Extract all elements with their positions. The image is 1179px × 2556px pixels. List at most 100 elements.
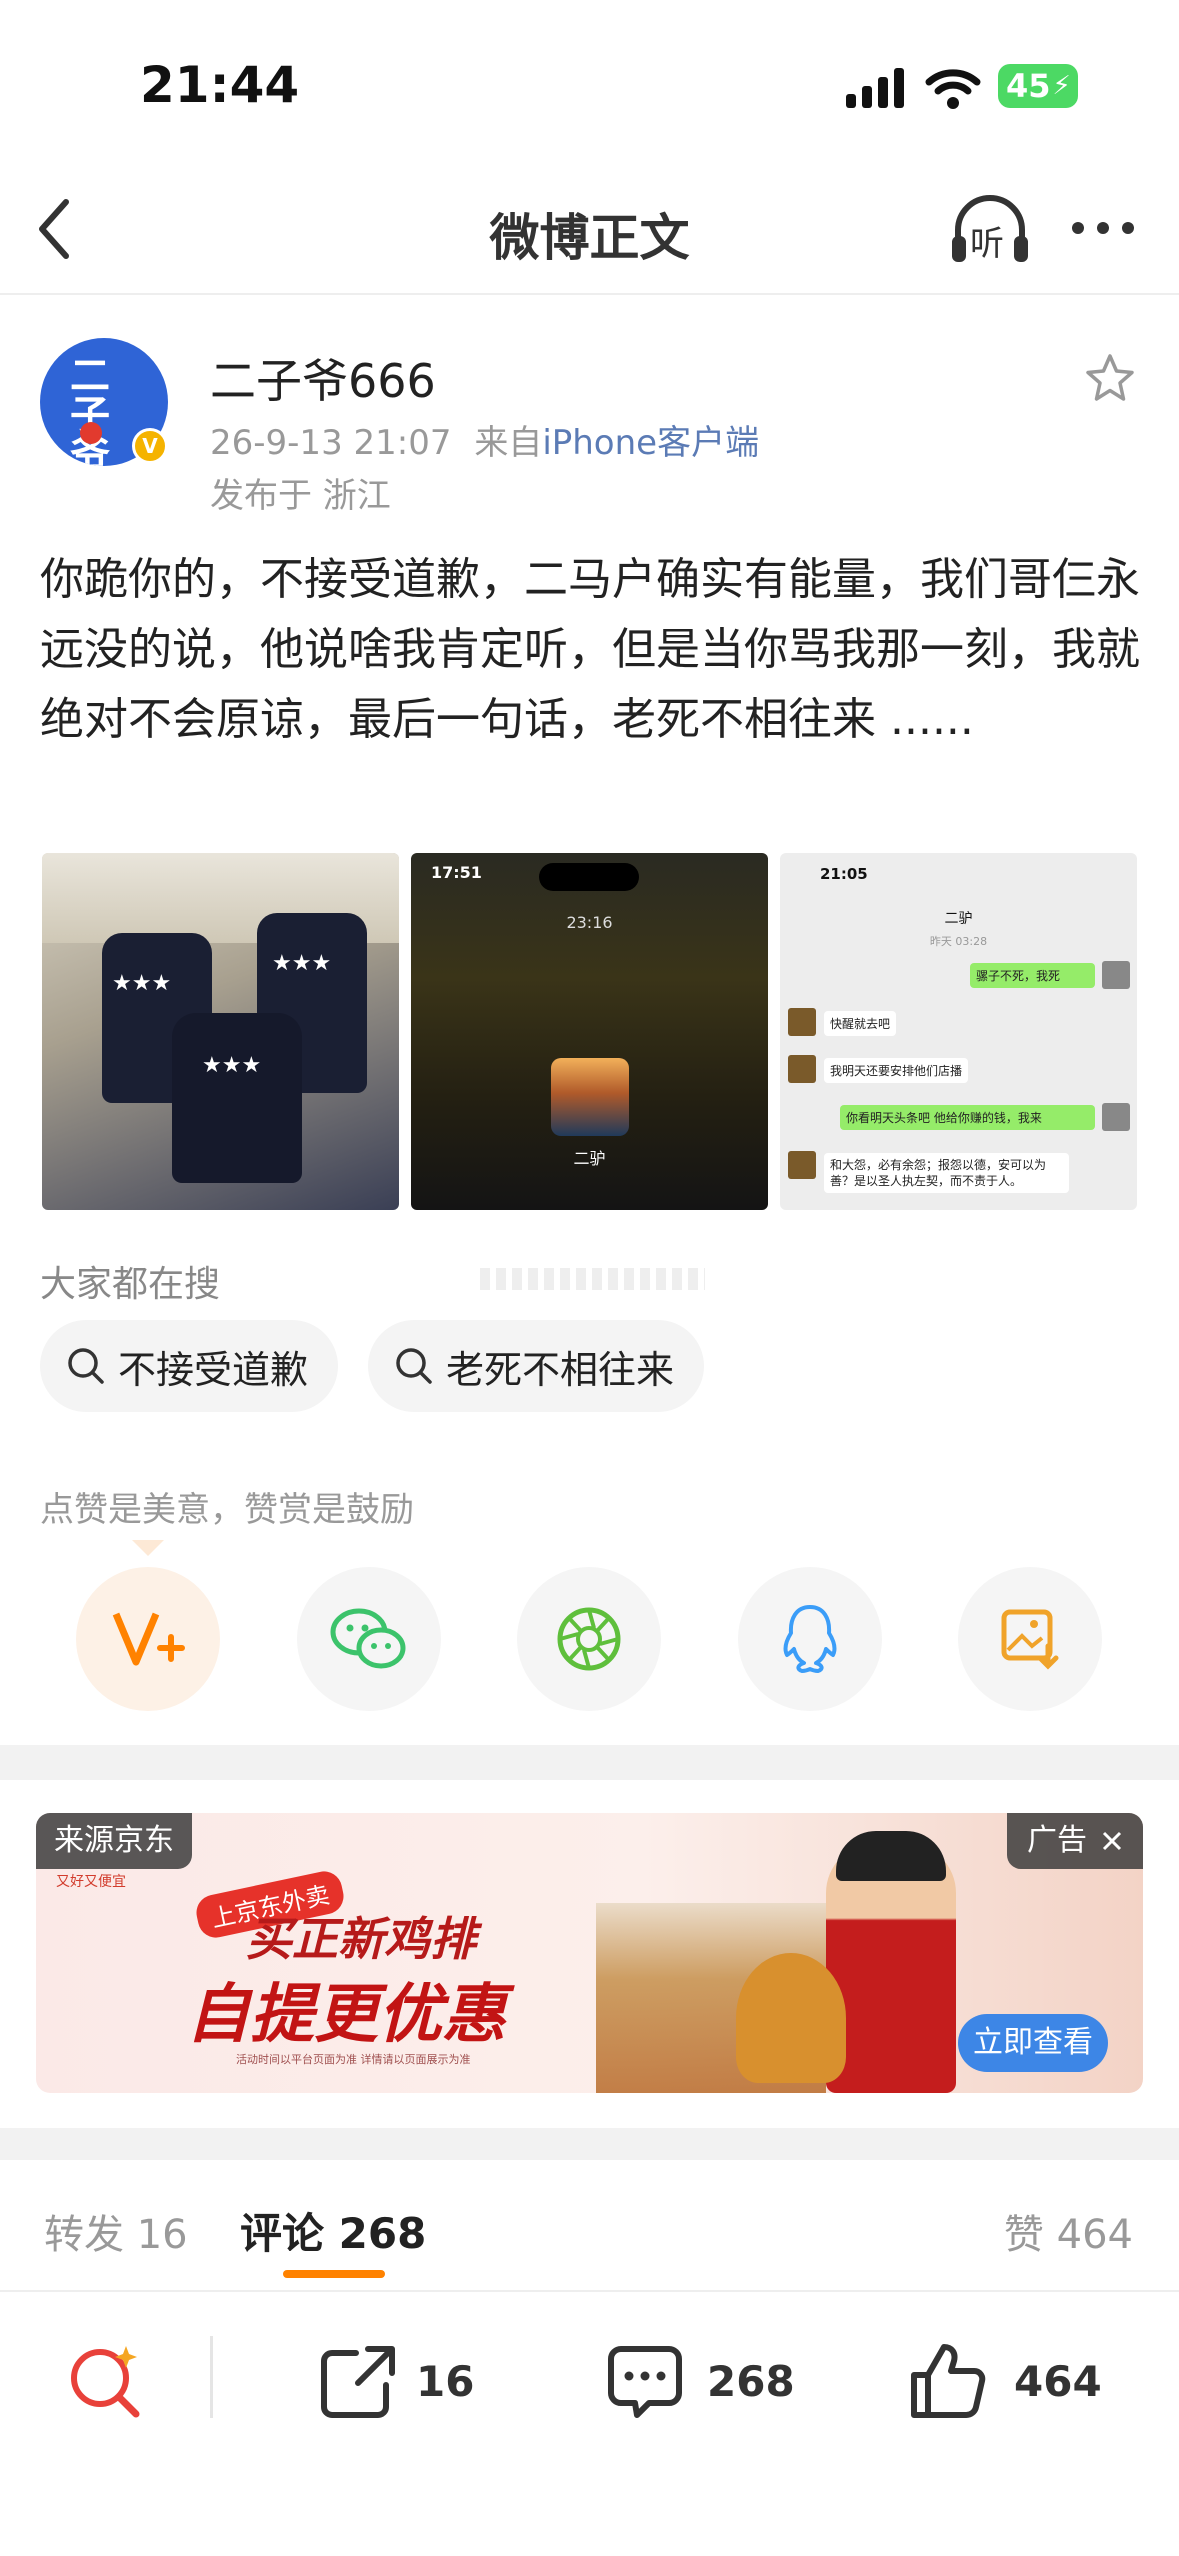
- tab-comments-label: 评论: [240, 2209, 325, 2258]
- chat-bubble-left: 我明天还要安排他们店播: [824, 1058, 969, 1083]
- contact-name: 二驴: [573, 1149, 606, 1168]
- star-icon[interactable]: [1083, 352, 1137, 404]
- avatar-seal: [80, 422, 102, 444]
- wechat-icon: [330, 1608, 406, 1669]
- chat-bubble-right: 你看明天头条吧 他给你赚的钱，我来: [840, 1105, 1095, 1130]
- post-source[interactable]: iPhone客户端: [542, 423, 759, 463]
- hot-search-chip-label: 不接受道歉: [118, 1347, 309, 1392]
- ad-tag-label: 广告: [1027, 1823, 1087, 1858]
- tab-repost-label: 转发: [44, 2212, 124, 2258]
- ad-person-cap: [836, 1831, 946, 1881]
- wifi-icon: [925, 69, 981, 109]
- ad-headline-1: 买正新鸡排: [246, 1912, 476, 1966]
- praise-label: 点赞是美意，赞赏是鼓励: [40, 1490, 414, 1530]
- shirt-logo: ★★★: [202, 1053, 262, 1078]
- nav-bar: 微博正文 听: [0, 160, 1179, 295]
- contact-avatar: [551, 1058, 629, 1136]
- comment-button[interactable]: 268: [605, 2336, 795, 2426]
- shirt-logo: ★★★: [272, 951, 332, 976]
- search-icon: [396, 1348, 432, 1384]
- post-image-2[interactable]: 17:51 23:16 二驴: [411, 853, 768, 1210]
- source-prefix: 来自: [474, 423, 543, 463]
- blurred-trend: [480, 1268, 705, 1290]
- avatar-calligraphy: 二子爷: [70, 353, 110, 466]
- signal-icon: [846, 68, 904, 108]
- ai-search-icon[interactable]: [66, 2340, 146, 2420]
- chat-avatar-me: [1102, 1103, 1130, 1131]
- v-plus-icon: [112, 1612, 185, 1666]
- hot-search-chip[interactable]: 老死不相往来: [368, 1320, 705, 1412]
- tab-comments[interactable]: 评论 268: [240, 2200, 426, 2261]
- ad-source-tag: 来源京东: [36, 1813, 192, 1869]
- status-time: 21:44: [140, 56, 300, 114]
- status-bar: 21:44 45 ⚡: [0, 0, 1179, 160]
- repost-count: 16: [416, 2356, 475, 2406]
- hot-search-chip-label: 老死不相往来: [446, 1347, 675, 1392]
- ad-brand-small: 又好又便宜: [56, 1874, 126, 1890]
- post-location: 发布于 浙江: [210, 476, 391, 516]
- chat-contact: 二驴: [944, 911, 973, 927]
- share-icon: [321, 2346, 395, 2418]
- chat-avatar-me: [1102, 961, 1130, 989]
- chat-avatar-other: [788, 1151, 816, 1179]
- person-center: [172, 1013, 302, 1183]
- vip-badge-icon: V: [132, 428, 168, 464]
- call-timer: 23:16: [566, 913, 613, 932]
- battery-icon: 45 ⚡: [998, 64, 1078, 108]
- share-moments-button[interactable]: [517, 1567, 661, 1711]
- share-qq-button[interactable]: [738, 1567, 882, 1711]
- listen-button[interactable]: 听: [948, 190, 1032, 270]
- tab-comments-count: 268: [338, 2209, 427, 2258]
- save-image-button[interactable]: [958, 1567, 1102, 1711]
- battery-level: 45: [1006, 67, 1051, 105]
- thumbs-up-icon: [911, 2344, 986, 2418]
- dynamic-island: [539, 863, 639, 891]
- ad-cta-button[interactable]: 立即查看: [958, 2014, 1108, 2072]
- repost-button[interactable]: 16: [318, 2336, 474, 2426]
- tab-repost[interactable]: 转发 16: [44, 2202, 188, 2260]
- bottom-action-bar: 16 268 464: [0, 2290, 1179, 2556]
- like-button[interactable]: 464: [908, 2336, 1102, 2426]
- comment-icon: [608, 2346, 682, 2418]
- screenshot-status-time: 17:51: [431, 863, 482, 882]
- search-icon: [68, 1348, 104, 1384]
- username[interactable]: 二子爷666: [210, 345, 436, 411]
- share-wechat-button[interactable]: [297, 1567, 441, 1711]
- post-text: 你跪你的，不接受道歉，二马户确实有能量，我们哥仨永远没的说，他说啥我肯定听，但是…: [40, 554, 1140, 745]
- bar-divider: [210, 2336, 213, 2418]
- chat-date: 昨天 03:28: [929, 935, 988, 948]
- tab-likes-count: 464: [1056, 2212, 1133, 2258]
- section-divider: [0, 1745, 1179, 1780]
- tab-likes-label: 赞: [1003, 2212, 1044, 2258]
- tab-likes[interactable]: 赞 464: [1004, 2202, 1133, 2260]
- aperture-icon: [557, 1607, 621, 1671]
- interaction-tabs: 转发 16 评论 268 赞 464: [0, 2160, 1179, 2290]
- hot-search-label: 大家都在搜: [40, 1264, 221, 1305]
- chat-avatar-other: [788, 1055, 816, 1083]
- post-image-1[interactable]: ★★★ ★★★ ★★★: [42, 853, 399, 1210]
- more-icon[interactable]: [1070, 220, 1136, 236]
- ad-fine-print: 活动时间以平台页面为准 详情请以页面展示为准: [236, 2053, 471, 2066]
- ad-tag[interactable]: 广告: [1007, 1813, 1143, 1869]
- reward-button[interactable]: [76, 1567, 220, 1711]
- chat-bubble-left: 快醒就去吧: [824, 1011, 897, 1036]
- shirt-logo: ★★★: [112, 971, 172, 996]
- active-tab-indicator: [283, 2270, 385, 2278]
- post-image-3[interactable]: 21:05 二驴 昨天 03:28 骡子不死，我死 快醒就去吧 我明天还要安排他…: [780, 853, 1137, 1210]
- like-count: 464: [1014, 2356, 1102, 2406]
- hot-search-chip[interactable]: 不接受道歉: [40, 1320, 339, 1412]
- chat-status-time: 21:05: [820, 865, 868, 883]
- ad-chicken: [736, 1953, 846, 2083]
- save-image-icon: [1001, 1609, 1059, 1670]
- post-datetime: 26-9-13 21:07: [210, 423, 452, 463]
- listen-label: 听: [970, 224, 1004, 264]
- qq-icon: [783, 1605, 837, 1673]
- tab-repost-count: 16: [136, 2212, 188, 2258]
- pointer-arrow: [132, 1540, 164, 1556]
- chat-bubble-left: 和大怨，必有余怨；报怨以德，安可以为善？是以圣人执左契，而不责于人。: [824, 1153, 1069, 1193]
- comment-count: 268: [707, 2356, 795, 2406]
- post-meta: 26-9-13 21:07 来自iPhone客户端: [210, 415, 759, 464]
- close-icon[interactable]: [1101, 1830, 1123, 1852]
- chat-avatar-other: [788, 1008, 816, 1036]
- ad-banner[interactable]: 来源京东 又好又便宜 上京东外卖 买正新鸡排 自提更优惠 活动时间以平台页面为准…: [36, 1813, 1143, 2093]
